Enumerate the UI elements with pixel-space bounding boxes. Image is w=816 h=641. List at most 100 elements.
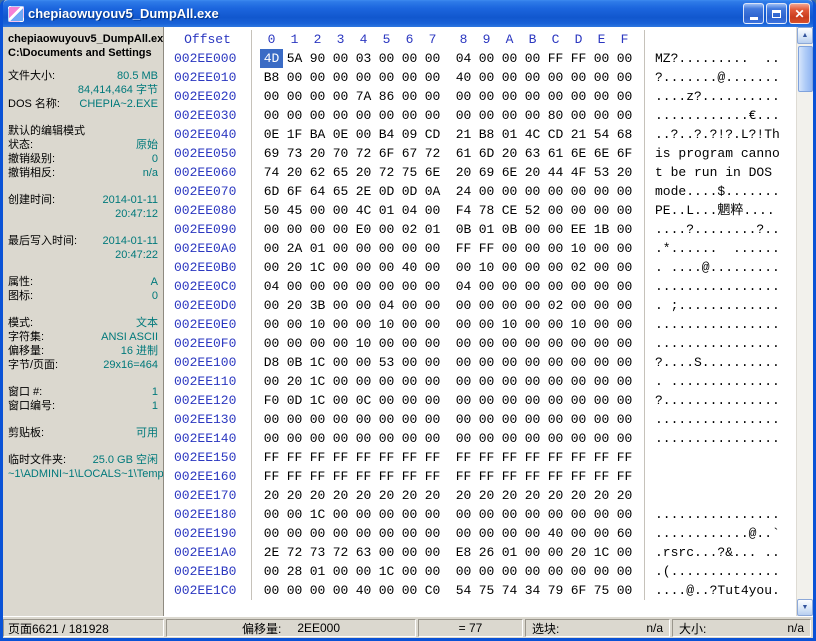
hex-byte[interactable]: 00 bbox=[498, 239, 521, 258]
hex-byte[interactable]: 20 bbox=[306, 486, 329, 505]
hex-byte[interactable]: FF bbox=[544, 448, 567, 467]
hex-byte[interactable]: FF bbox=[567, 49, 590, 68]
hex-byte[interactable]: 00 bbox=[352, 429, 375, 448]
hex-byte[interactable]: 00 bbox=[283, 429, 306, 448]
hex-byte[interactable]: FF bbox=[329, 467, 352, 486]
hex-byte[interactable]: FF bbox=[452, 239, 475, 258]
hex-byte[interactable]: 00 bbox=[521, 524, 544, 543]
hex-byte[interactable]: 4D bbox=[260, 49, 283, 68]
hex-byte[interactable]: 00 bbox=[613, 391, 636, 410]
hex-byte[interactable]: D8 bbox=[260, 353, 283, 372]
hex-byte[interactable]: 20 bbox=[283, 372, 306, 391]
hex-byte[interactable]: 20 bbox=[544, 486, 567, 505]
hex-byte[interactable]: 6D bbox=[475, 144, 498, 163]
hex-byte[interactable]: 00 bbox=[590, 296, 613, 315]
hex-byte[interactable]: 00 bbox=[567, 182, 590, 201]
hex-byte[interactable]: 40 bbox=[452, 68, 475, 87]
hex-byte[interactable]: 00 bbox=[498, 391, 521, 410]
hex-byte[interactable]: 00 bbox=[544, 239, 567, 258]
hex-byte[interactable]: 00 bbox=[475, 296, 498, 315]
hex-byte[interactable]: 00 bbox=[329, 315, 352, 334]
hex-byte[interactable]: 00 bbox=[352, 258, 375, 277]
hex-row-ascii[interactable]: . .............. bbox=[644, 372, 796, 391]
hex-byte[interactable]: 00 bbox=[306, 220, 329, 239]
hex-byte[interactable]: FF bbox=[590, 467, 613, 486]
hex-byte[interactable]: 4F bbox=[567, 163, 590, 182]
hex-byte[interactable]: 6E bbox=[498, 163, 521, 182]
hex-byte[interactable]: 00 bbox=[452, 429, 475, 448]
hex-byte[interactable]: 00 bbox=[544, 220, 567, 239]
minimize-button[interactable] bbox=[743, 3, 764, 24]
hex-byte[interactable]: 00 bbox=[398, 391, 421, 410]
hex-byte[interactable]: 00 bbox=[613, 429, 636, 448]
hex-byte[interactable]: 21 bbox=[567, 125, 590, 144]
hex-byte[interactable]: FF bbox=[283, 467, 306, 486]
hex-byte[interactable]: 00 bbox=[398, 106, 421, 125]
hex-byte[interactable]: E8 bbox=[452, 543, 475, 562]
hex-byte[interactable]: 00 bbox=[590, 410, 613, 429]
hex-byte[interactable]: 00 bbox=[421, 410, 444, 429]
hex-byte[interactable]: 00 bbox=[260, 220, 283, 239]
hex-byte[interactable]: 72 bbox=[421, 144, 444, 163]
hex-byte[interactable]: 00 bbox=[475, 524, 498, 543]
hex-byte[interactable]: 09 bbox=[398, 125, 421, 144]
hex-byte[interactable]: 0C bbox=[352, 391, 375, 410]
hex-byte[interactable]: 20 bbox=[567, 543, 590, 562]
hex-byte[interactable]: 00 bbox=[421, 277, 444, 296]
hex-row-ascii[interactable]: t be run in DOS bbox=[644, 163, 796, 182]
hex-row-ascii[interactable] bbox=[644, 448, 796, 467]
hex-byte[interactable]: 00 bbox=[590, 182, 613, 201]
hex-byte[interactable]: 00 bbox=[475, 68, 498, 87]
hex-byte[interactable]: 00 bbox=[352, 410, 375, 429]
hex-byte[interactable]: 00 bbox=[260, 372, 283, 391]
hex-byte[interactable]: FF bbox=[260, 448, 283, 467]
hex-byte[interactable]: 00 bbox=[498, 410, 521, 429]
hex-byte[interactable]: 00 bbox=[375, 258, 398, 277]
hex-byte[interactable]: 00 bbox=[475, 372, 498, 391]
hex-byte[interactable]: 00 bbox=[613, 505, 636, 524]
hex-byte[interactable]: 6E bbox=[567, 144, 590, 163]
hex-byte[interactable]: 00 bbox=[398, 49, 421, 68]
hex-byte[interactable]: 00 bbox=[283, 334, 306, 353]
hex-byte[interactable]: 00 bbox=[544, 429, 567, 448]
hex-byte[interactable]: 00 bbox=[421, 524, 444, 543]
hex-byte[interactable]: 73 bbox=[306, 543, 329, 562]
hex-byte[interactable]: FF bbox=[521, 448, 544, 467]
hex-byte[interactable]: FF bbox=[567, 467, 590, 486]
hex-byte[interactable]: 02 bbox=[544, 296, 567, 315]
hex-byte[interactable]: 00 bbox=[329, 277, 352, 296]
hex-byte[interactable]: 00 bbox=[375, 429, 398, 448]
hex-byte[interactable]: 03 bbox=[352, 49, 375, 68]
hex-byte[interactable]: 00 bbox=[329, 429, 352, 448]
hex-byte[interactable]: 3B bbox=[306, 296, 329, 315]
hex-byte[interactable]: 00 bbox=[283, 505, 306, 524]
hex-byte[interactable]: 86 bbox=[375, 87, 398, 106]
hex-byte[interactable]: 00 bbox=[613, 315, 636, 334]
hex-byte[interactable]: 40 bbox=[544, 524, 567, 543]
hex-byte[interactable]: 0B bbox=[452, 220, 475, 239]
hex-byte[interactable]: EE bbox=[567, 220, 590, 239]
hex-byte[interactable]: 00 bbox=[452, 87, 475, 106]
hex-byte[interactable]: 00 bbox=[329, 239, 352, 258]
hex-byte[interactable]: 00 bbox=[375, 277, 398, 296]
hex-byte[interactable]: 00 bbox=[398, 372, 421, 391]
hex-byte[interactable]: CD bbox=[544, 125, 567, 144]
hex-byte[interactable]: 00 bbox=[521, 220, 544, 239]
hex-byte[interactable]: 80 bbox=[544, 106, 567, 125]
hex-byte[interactable]: 00 bbox=[283, 106, 306, 125]
hex-byte[interactable]: 00 bbox=[398, 315, 421, 334]
hex-row-ascii[interactable]: ................ bbox=[644, 429, 796, 448]
hex-row-ascii[interactable]: . ....@......... bbox=[644, 258, 796, 277]
hex-byte[interactable]: FF bbox=[375, 448, 398, 467]
hex-row-ascii[interactable]: ................ bbox=[644, 315, 796, 334]
scrollbar-thumb[interactable] bbox=[797, 46, 813, 92]
hex-byte[interactable]: 04 bbox=[452, 277, 475, 296]
hex-byte[interactable]: 00 bbox=[590, 68, 613, 87]
hex-byte[interactable]: 00 bbox=[306, 581, 329, 600]
hex-byte[interactable]: 00 bbox=[613, 220, 636, 239]
hex-byte[interactable]: 20 bbox=[283, 258, 306, 277]
hex-byte[interactable]: 00 bbox=[260, 410, 283, 429]
hex-byte[interactable]: 65 bbox=[329, 182, 352, 201]
hex-byte[interactable]: 75 bbox=[590, 581, 613, 600]
hex-byte[interactable]: 00 bbox=[452, 258, 475, 277]
